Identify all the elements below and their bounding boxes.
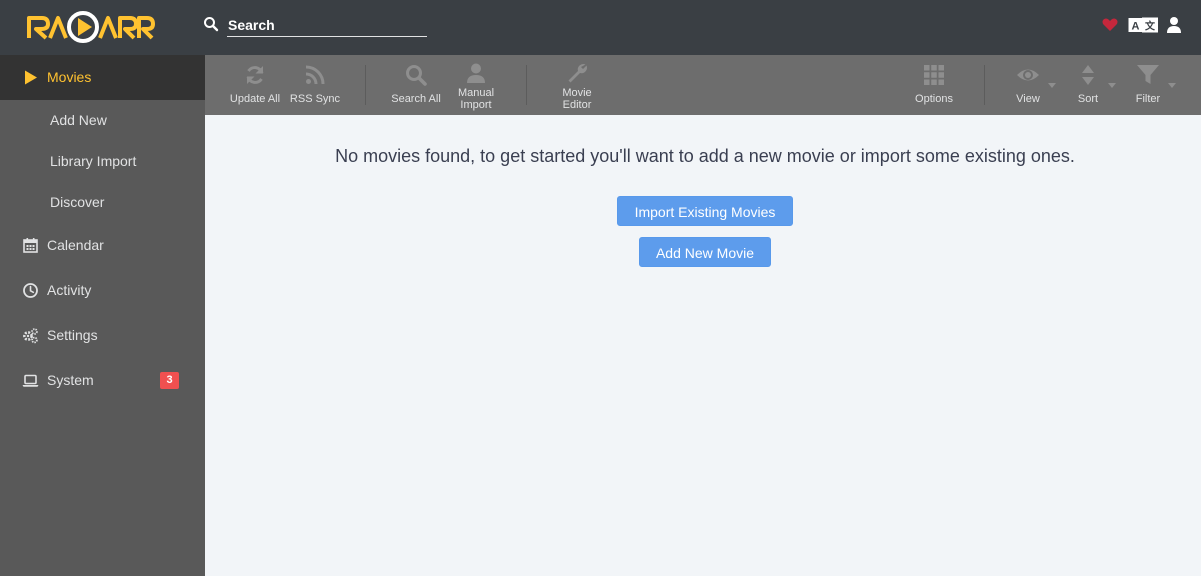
update-all-button[interactable]: Update All bbox=[225, 55, 285, 115]
manual-import-line-2: Import bbox=[460, 99, 492, 111]
movie-editor-line-1: Movie bbox=[562, 87, 592, 99]
heart-icon[interactable] bbox=[1101, 16, 1119, 34]
rss-sync-button[interactable]: RSS Sync bbox=[285, 55, 345, 115]
user-icon[interactable] bbox=[1166, 16, 1182, 34]
sidebar-item-label: Activity bbox=[47, 282, 92, 298]
sidebar-item-label: Settings bbox=[47, 327, 98, 343]
filter-menu-button[interactable]: Filter bbox=[1120, 55, 1176, 115]
caret-down-icon bbox=[1108, 83, 1116, 88]
user-icon bbox=[467, 63, 485, 83]
sidebar-item-label: Movies bbox=[47, 69, 92, 85]
view-label: View bbox=[1016, 93, 1040, 105]
search-all-button[interactable]: Search All bbox=[386, 55, 446, 115]
search-input[interactable] bbox=[227, 14, 427, 37]
sidebar-item-label: Add New bbox=[50, 112, 107, 128]
system-health-badge: 3 bbox=[160, 372, 179, 389]
eye-icon bbox=[1017, 69, 1039, 81]
search-all-label: Search All bbox=[391, 93, 441, 105]
rss-sync-label: RSS Sync bbox=[289, 93, 341, 105]
calendar-icon bbox=[23, 238, 38, 253]
cogs-icon bbox=[23, 328, 38, 344]
sidebar-item-calendar[interactable]: Calendar bbox=[0, 223, 205, 268]
sort-label: Sort bbox=[1077, 93, 1099, 105]
search-container bbox=[203, 14, 428, 37]
clock-icon bbox=[23, 283, 38, 298]
play-icon bbox=[25, 70, 37, 85]
sidebar-item-settings[interactable]: Settings bbox=[0, 313, 205, 358]
page-toolbar: Update All RSS Sync Search All Manual Im… bbox=[205, 55, 1201, 115]
manual-import-label: Manual Import bbox=[446, 87, 506, 111]
sidebar-item-label: System bbox=[47, 372, 94, 388]
sidebar-item-discover[interactable]: Discover bbox=[0, 182, 205, 223]
add-new-movie-button[interactable]: Add New Movie bbox=[639, 237, 771, 267]
movie-editor-label: Movie Editor bbox=[547, 87, 607, 111]
manual-import-button[interactable]: Manual Import bbox=[446, 55, 506, 115]
radarr-logo[interactable] bbox=[26, 8, 156, 46]
caret-down-icon bbox=[1168, 83, 1176, 88]
filter-label: Filter bbox=[1135, 93, 1161, 105]
rss-icon bbox=[305, 65, 325, 85]
sidebar-item-add-new[interactable]: Add New bbox=[0, 100, 205, 141]
translate-icon[interactable]: A 文 bbox=[1128, 16, 1158, 34]
sidebar-item-activity[interactable]: Activity bbox=[0, 268, 205, 313]
svg-text:A: A bbox=[1132, 21, 1140, 33]
sidebar-item-label: Calendar bbox=[47, 237, 104, 253]
sort-menu-button[interactable]: Sort bbox=[1060, 55, 1116, 115]
update-all-label: Update All bbox=[229, 93, 281, 105]
page-header: A 文 bbox=[0, 0, 1201, 55]
movie-editor-line-2: Editor bbox=[562, 99, 592, 111]
search-icon bbox=[204, 17, 219, 32]
options-button[interactable]: Options bbox=[904, 55, 964, 115]
manual-import-line-1: Manual bbox=[457, 87, 495, 99]
wrench-icon bbox=[568, 64, 587, 83]
sidebar: Movies Add New Library Import Discover C… bbox=[0, 55, 205, 576]
main-content: No movies found, to get started you'll w… bbox=[205, 115, 1201, 576]
filter-icon bbox=[1137, 65, 1159, 84]
toolbar-separator bbox=[526, 65, 527, 105]
grid-icon bbox=[924, 65, 944, 85]
svg-text:文: 文 bbox=[1145, 20, 1156, 33]
toolbar-separator bbox=[365, 65, 366, 105]
view-menu-button[interactable]: View bbox=[1000, 55, 1056, 115]
search-icon bbox=[406, 65, 427, 86]
sidebar-item-library-import[interactable]: Library Import bbox=[0, 141, 205, 182]
refresh-icon bbox=[246, 66, 264, 84]
movie-editor-button[interactable]: Movie Editor bbox=[547, 55, 607, 115]
empty-state-message: No movies found, to get started you'll w… bbox=[335, 146, 1075, 166]
options-label: Options bbox=[915, 93, 953, 105]
toolbar-separator bbox=[984, 65, 985, 105]
sidebar-item-label: Discover bbox=[50, 194, 105, 210]
sort-icon bbox=[1082, 65, 1094, 85]
import-existing-movies-button[interactable]: Import Existing Movies bbox=[617, 196, 793, 226]
sidebar-item-movies[interactable]: Movies bbox=[0, 55, 205, 100]
laptop-icon bbox=[22, 374, 39, 387]
caret-down-icon bbox=[1048, 83, 1056, 88]
sidebar-item-label: Library Import bbox=[50, 153, 137, 169]
